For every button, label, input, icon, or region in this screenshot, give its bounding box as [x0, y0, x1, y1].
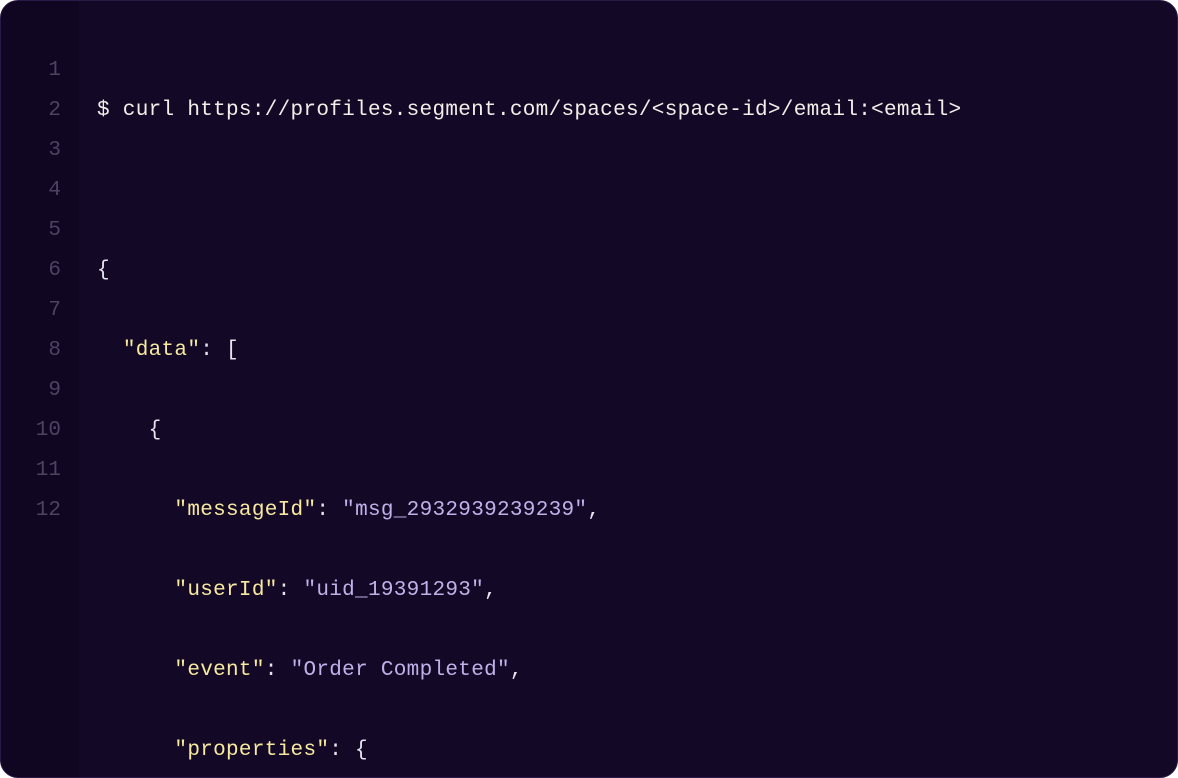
punct: : { [329, 739, 368, 762]
line-number: 7 [1, 291, 61, 331]
code-line: "messageId": "msg_2932939239239", [97, 491, 1177, 531]
json-key-properties: "properties" [174, 739, 329, 762]
code-line: "userId": "uid_19391293", [97, 571, 1177, 611]
curl-command: $ curl https://profiles.segment.com/spac… [97, 99, 961, 122]
code-line: $ curl https://profiles.segment.com/spac… [97, 91, 1177, 131]
punct: : [ [200, 339, 239, 362]
code-line: "properties": { [97, 731, 1177, 771]
code-content[interactable]: $ curl https://profiles.segment.com/spac… [79, 1, 1177, 777]
line-number: 10 [1, 411, 61, 451]
json-value-event: "Order Completed" [291, 659, 510, 682]
code-line: "data": [ [97, 331, 1177, 371]
brace-open: { [149, 419, 162, 442]
line-number: 5 [1, 211, 61, 251]
punct: , [587, 499, 600, 522]
code-line: "event": "Order Completed", [97, 651, 1177, 691]
punct: : [316, 499, 342, 522]
json-key-data: "data" [123, 339, 200, 362]
punct: : [278, 579, 304, 602]
line-number: 1 [1, 51, 61, 91]
line-number: 6 [1, 251, 61, 291]
punct: , [484, 579, 497, 602]
brace-open: { [97, 259, 110, 282]
line-number: 11 [1, 451, 61, 491]
line-number: 9 [1, 371, 61, 411]
line-number: 3 [1, 131, 61, 171]
json-value-messageId: "msg_2932939239239" [342, 499, 587, 522]
json-key-event: "event" [174, 659, 264, 682]
code-line [97, 171, 1177, 211]
line-number: 4 [1, 171, 61, 211]
punct: , [510, 659, 523, 682]
json-value-userId: "uid_19391293" [303, 579, 484, 602]
code-line: { [97, 411, 1177, 451]
line-number: 8 [1, 331, 61, 371]
json-key-messageId: "messageId" [174, 499, 316, 522]
code-window: 1 2 3 4 5 6 7 8 9 10 11 12 $ curl https:… [0, 0, 1178, 778]
line-number: 12 [1, 491, 61, 531]
line-number-gutter: 1 2 3 4 5 6 7 8 9 10 11 12 [1, 1, 79, 777]
punct: : [265, 659, 291, 682]
json-key-userId: "userId" [174, 579, 277, 602]
code-line: { [97, 251, 1177, 291]
line-number: 2 [1, 91, 61, 131]
